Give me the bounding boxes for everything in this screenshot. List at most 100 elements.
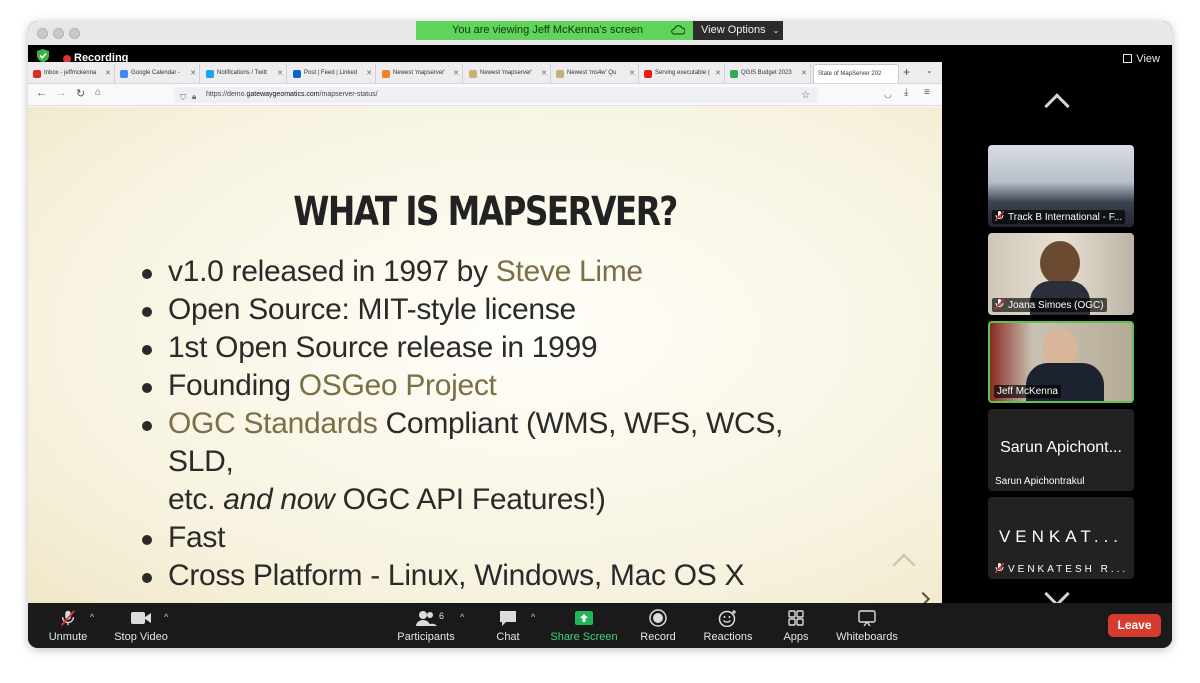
participant-name: Track B International - F... (992, 210, 1126, 224)
close-tab-icon[interactable]: ✕ (366, 64, 372, 83)
bullet-text: Open Source: MIT-style license (168, 293, 576, 326)
scroll-up-chevron-icon[interactable] (1044, 93, 1070, 119)
browser-tab[interactable]: Inbox - jeffmckenna ✕ (30, 64, 115, 83)
apps-icon (788, 610, 804, 626)
video-camera-icon (131, 612, 151, 624)
participant-display-name: VENKAT... (998, 527, 1124, 546)
close-tab-icon[interactable]: ✕ (190, 64, 196, 83)
video-tile[interactable]: Joana Simoes (OGC) (988, 233, 1134, 315)
twitter-favicon-icon (206, 70, 214, 78)
bullet-dot-icon (142, 421, 152, 431)
close-tab-icon[interactable]: ✕ (801, 64, 807, 83)
participants-options-caret-icon[interactable]: ^ (460, 612, 464, 622)
close-tab-icon[interactable]: ✕ (105, 64, 111, 83)
participant-name-text: VENKATESH R... (1008, 564, 1129, 575)
url-bar[interactable]: ⛉ 🔒︎ https://demo.gatewaygeomatics.com/m… (174, 87, 818, 103)
new-tab-button[interactable]: + (903, 65, 910, 79)
share-screen-icon (575, 611, 593, 625)
download-icon[interactable]: ⤓ (904, 87, 908, 98)
view-options-button[interactable]: View Options ⌄ (693, 21, 783, 40)
participant-name-text: Joana Simoes (OGC) (1008, 300, 1104, 311)
bullet-text: Founding (168, 369, 299, 402)
browser-tab[interactable]: Newest 'ms4w' Qu ✕ (553, 64, 639, 83)
video-tile-active-speaker[interactable]: Jeff McKenna (988, 321, 1134, 403)
chevron-down-icon[interactable]: ⌄ (926, 66, 933, 75)
view-grid-icon (1123, 54, 1133, 63)
view-button[interactable]: View (1123, 53, 1160, 65)
menu-icon[interactable]: ≡ (924, 87, 930, 98)
zoom-window-button[interactable] (69, 28, 80, 39)
forward-arrow-icon[interactable]: → (56, 87, 67, 99)
share-screen-button[interactable]: Share Screen (544, 609, 624, 643)
browser-tab[interactable]: QGIS Budget 2023 ✕ (727, 64, 811, 83)
back-arrow-icon[interactable]: ← (36, 87, 47, 99)
reload-icon[interactable]: ↻ (76, 87, 85, 100)
bullet-dot-icon (142, 383, 152, 393)
participants-icon (416, 611, 437, 626)
browser-tab-label: Google Calendar - (131, 70, 181, 76)
close-tab-icon[interactable]: ✕ (715, 64, 721, 83)
bullet-link[interactable]: OGC Standards (168, 407, 378, 440)
chat-label: Chat (496, 631, 520, 643)
cloud-icon (671, 25, 685, 35)
chat-button[interactable]: Chat (468, 609, 548, 643)
bullet-link[interactable]: OSGeo Project (299, 369, 497, 402)
chat-options-caret-icon[interactable]: ^ (531, 612, 535, 622)
browser-tab[interactable]: Newest 'mapserver' ✕ (379, 64, 463, 83)
video-gallery-panel: Track B International - F... Joana Simoe… (942, 65, 1172, 607)
whiteboards-label: Whiteboards (836, 631, 898, 643)
whiteboards-button[interactable]: Whiteboards (827, 609, 907, 643)
video-tile[interactable]: VENKAT... VENKATESH R... (988, 497, 1134, 579)
slide-bullet: v1.0 released in 1997 by Steve Lime (140, 253, 840, 291)
mic-muted-icon (995, 299, 1004, 309)
video-tile[interactable]: Sarun Apichont... Sarun Apichontrakul (988, 409, 1134, 491)
apps-button[interactable]: Apps (756, 609, 836, 643)
lock-icon[interactable]: 🔒︎ (192, 89, 196, 105)
close-tab-icon[interactable]: ✕ (541, 64, 547, 83)
browser-tab-label: State of MapServer 202 (818, 71, 882, 77)
video-tile[interactable]: Track B International - F... (988, 145, 1134, 227)
bullet-link[interactable]: Steve Lime (496, 255, 643, 288)
slide-bullet: OGC Standards Compliant (WMS, WFS, WCS, … (140, 405, 840, 481)
slide-next-arrow-icon[interactable] (915, 591, 931, 603)
screen-share-banner-text: You are viewing Jeff McKenna's screen (452, 24, 644, 36)
browser-tab[interactable]: Serving executable (✕ (641, 64, 725, 83)
close-tab-icon[interactable]: ✕ (277, 64, 283, 83)
mic-muted-icon (995, 563, 1004, 573)
unmute-label: Unmute (48, 631, 88, 643)
browser-tab[interactable]: Newest 'mapserver' ✕ (466, 64, 551, 83)
slide-bullet: Open Source: MIT-style license (140, 291, 840, 329)
stop-video-button[interactable]: Stop Video (101, 609, 181, 643)
security-shield-icon[interactable] (36, 48, 50, 63)
apps-label: Apps (783, 631, 809, 643)
view-options-label: View Options (701, 24, 766, 36)
home-icon[interactable]: ⌂ (95, 87, 101, 98)
bookmark-star-icon[interactable]: ☆ (801, 88, 810, 104)
slide-up-arrow-icon[interactable] (892, 553, 916, 577)
tracking-shield-icon[interactable]: ⛉ (180, 90, 186, 106)
stop-video-label: Stop Video (114, 631, 168, 643)
bullet-dot-icon (142, 535, 152, 545)
share-screen-label: Share Screen (550, 631, 618, 643)
close-tab-icon[interactable]: ✕ (629, 64, 635, 83)
browser-tab[interactable]: Notifications / Twitt ✕ (203, 64, 287, 83)
record-button[interactable]: Record (618, 609, 698, 643)
unmute-button[interactable]: Unmute (28, 609, 108, 643)
pocket-icon[interactable]: ◡ (884, 89, 892, 100)
browser-tab-label: Newest 'mapserver' (480, 70, 533, 76)
participant-name: VENKATESH R... (992, 562, 1131, 576)
reactions-smiley-icon (718, 610, 736, 627)
close-window-button[interactable] (37, 28, 48, 39)
browser-tab-active[interactable]: State of MapServer 202 (813, 64, 899, 83)
browser-tab[interactable]: Post | Feed | Linked ✕ (290, 64, 376, 83)
minimize-window-button[interactable] (53, 28, 64, 39)
close-tab-icon[interactable]: ✕ (453, 64, 459, 83)
leave-meeting-button[interactable]: Leave (1108, 614, 1161, 637)
slide-bullet-continuation: etc. and now OGC API Features!) (140, 481, 840, 519)
video-options-caret-icon[interactable]: ^ (164, 612, 168, 622)
browser-tab[interactable]: Google Calendar - ✕ (117, 64, 200, 83)
browser-tab-label: Notifications / Twitt (217, 70, 267, 76)
audio-options-caret-icon[interactable]: ^ (90, 612, 94, 622)
participants-button[interactable]: Participants 6 (386, 609, 466, 643)
record-label: Record (640, 631, 676, 643)
